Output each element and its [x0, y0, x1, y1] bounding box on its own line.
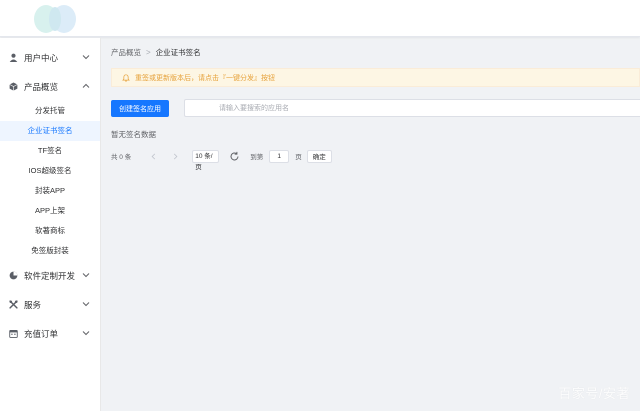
pagination: 共 0 条 10 条/页 到第 页 确定 — [111, 149, 332, 171]
sidebar-item-services[interactable]: 服务 — [0, 290, 100, 319]
sidebar-item-product-overview[interactable]: 产品概览 — [0, 72, 100, 101]
submenu-item-unsigned-wrap[interactable]: 免签版封装 — [0, 241, 100, 261]
goto-label: 到第 — [250, 154, 264, 161]
sidebar-item-label: 充值订单 — [24, 328, 59, 339]
chevron-down-icon — [82, 302, 90, 307]
sidebar-item-software-dev[interactable]: 软件定制开发 — [0, 261, 100, 290]
page-size-select[interactable]: 10 条/页 — [192, 149, 220, 171]
page-number-input[interactable] — [269, 149, 290, 163]
bell-icon — [122, 73, 130, 82]
sidebar-item-label: 软件定制开发 — [24, 270, 76, 281]
user-icon — [8, 53, 18, 63]
calendar-icon — [8, 329, 18, 339]
submenu-item-tf-signing[interactable]: TF签名 — [0, 141, 100, 161]
page-unit-label: 页 — [295, 154, 302, 161]
pagination-total: 共 0 条 — [111, 154, 132, 161]
prev-page-icon[interactable] — [148, 151, 158, 161]
sidebar-item-label: 产品概览 — [24, 81, 59, 92]
top-header — [0, 0, 640, 37]
notice-banner: 重签或更新版本后，请点击『一键分发』按钮 — [111, 68, 640, 87]
chevron-down-icon — [82, 273, 90, 278]
breadcrumb-current: 企业证书签名 — [155, 48, 201, 57]
search-input[interactable] — [184, 99, 640, 117]
chevron-down-icon — [82, 55, 90, 60]
sidebar-item-user-center[interactable]: 用户中心 — [0, 43, 100, 72]
tools-icon — [8, 300, 18, 310]
submenu-item-enterprise-signing[interactable]: 企业证书签名 — [0, 121, 100, 141]
empty-state-text: 暂无签名数据 — [111, 130, 156, 139]
watermark: 百家号/安著 — [558, 386, 630, 401]
confirm-page-button[interactable]: 确定 — [306, 149, 332, 163]
sidebar-item-label: 服务 — [24, 299, 42, 310]
pie-icon — [8, 271, 18, 281]
submenu-item-distribution[interactable]: 分发托管 — [0, 101, 100, 121]
main-content: 产品概览 > 企业证书签名 重签或更新版本后，请点击『一键分发』按钮 创建签名应… — [101, 38, 640, 411]
breadcrumb-separator: > — [146, 48, 151, 57]
submenu-item-wrap-app[interactable]: 封装APP — [0, 181, 100, 201]
submenu-item-app-listing[interactable]: APP上架 — [0, 201, 100, 221]
submenu-item-copyright-trademark[interactable]: 软著商标 — [0, 221, 100, 241]
product-submenu: 分发托管 企业证书签名 TF签名 IOS超级签名 封装APP APP上架 软著商… — [0, 101, 100, 261]
create-signing-app-button[interactable]: 创建签名应用 — [111, 100, 169, 117]
submenu-item-ios-super-signing[interactable]: IOS超级签名 — [0, 161, 100, 181]
logo — [34, 5, 76, 33]
next-page-icon[interactable] — [170, 151, 180, 161]
chevron-up-icon — [82, 83, 90, 88]
breadcrumb: 产品概览 > 企业证书签名 — [111, 47, 201, 58]
cube-icon — [8, 82, 18, 92]
refresh-icon[interactable] — [229, 151, 240, 162]
sidebar-item-label: 用户中心 — [24, 52, 59, 63]
breadcrumb-root[interactable]: 产品概览 — [111, 47, 141, 58]
notice-text: 重签或更新版本后，请点击『一键分发』按钮 — [135, 74, 275, 82]
sidebar: 用户中心 产品概览 分发托管 企业证书签名 TF签名 IOS超级签名 封装APP… — [0, 38, 101, 411]
chevron-down-icon — [82, 331, 90, 336]
sidebar-item-recharge-orders[interactable]: 充值订单 — [0, 319, 100, 348]
